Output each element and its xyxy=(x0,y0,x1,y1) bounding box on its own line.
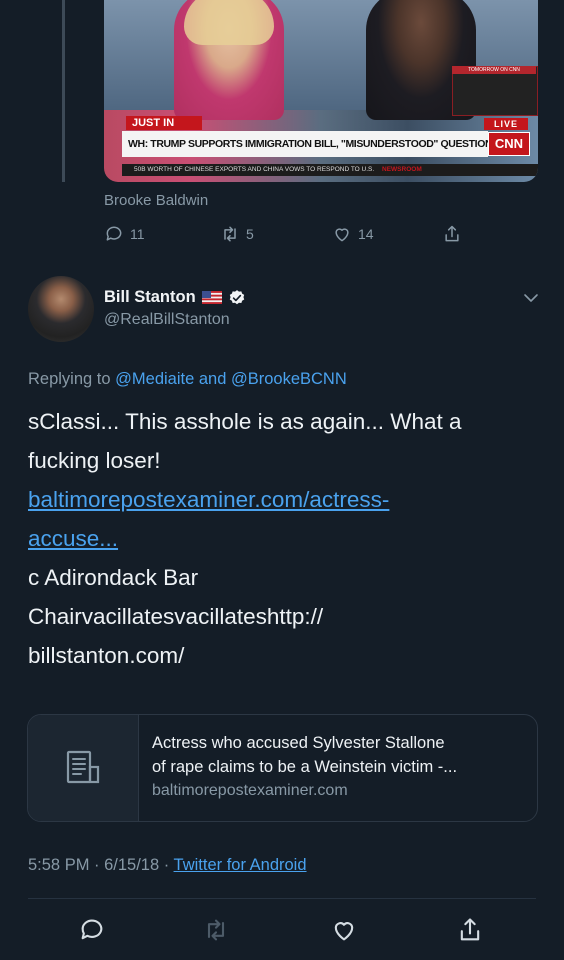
anchor-hair xyxy=(184,0,274,45)
tweet-text-line: billstanton.com/ xyxy=(28,643,185,668)
card-url: baltimorepostexaminer.com xyxy=(152,782,348,799)
us-flag-icon xyxy=(201,291,222,304)
tweet-text-line: fucking loser! xyxy=(28,448,161,473)
quoted-caption: Brooke Baldwin xyxy=(104,192,209,209)
quoted-tweet-stats: 11 5 14 xyxy=(104,224,544,248)
promo-label: TOMORROW ON CNN xyxy=(452,66,536,74)
card-icon-area xyxy=(28,715,139,821)
just-in-badge: JUST IN xyxy=(126,116,202,130)
tweet-action-bar xyxy=(0,910,564,950)
speech-bubble-icon xyxy=(106,226,122,241)
link-preview-card[interactable]: Actress who accused Sylvester Stallone o… xyxy=(27,714,538,822)
reply-count-button[interactable]: 11 xyxy=(104,224,145,244)
tweet-timestamp[interactable]: 5:58 PM · 6/15/18 · xyxy=(28,856,169,874)
cnn-logo: CNN xyxy=(488,132,530,156)
like-count: 14 xyxy=(358,226,374,242)
share-icon xyxy=(445,225,459,242)
retweet-count: 5 xyxy=(246,226,254,242)
author-handle[interactable]: @RealBillStanton xyxy=(104,311,230,329)
card-title-line: of rape claims to be a Weinstein victim … xyxy=(152,758,458,776)
article-icon xyxy=(66,750,100,784)
live-badge: LIVE xyxy=(484,118,528,130)
tweet-text-line: sClassi... This asshole is as again... W… xyxy=(28,409,462,434)
author-name-row: Bill Stanton xyxy=(104,288,246,307)
retweet-icon xyxy=(224,226,236,242)
tweet-source[interactable]: Twitter for Android xyxy=(174,856,307,874)
tweet-text-line: c Adirondack Bar xyxy=(28,565,199,590)
thread-connector-line xyxy=(62,0,65,182)
embedded-video-thumbnail[interactable]: TOMORROW ON CNN JUST IN LIVE WH: TRUMP S… xyxy=(104,0,538,182)
speech-bubble-icon[interactable] xyxy=(78,916,106,944)
author-name[interactable]: Bill Stanton xyxy=(104,288,196,307)
retweet-count-button[interactable]: 5 xyxy=(220,224,254,244)
retweet-icon[interactable] xyxy=(202,916,230,944)
reply-to-mentions[interactable]: @Mediaite and @BrookeBCNN xyxy=(115,370,347,388)
verified-badge-icon xyxy=(229,289,244,304)
tweet-text-line: Chairvacillatesvacillateshttp:// xyxy=(28,604,324,629)
avatar[interactable] xyxy=(28,276,94,342)
card-title: Actress who accused Sylvester Stallone o… xyxy=(152,731,524,779)
ticker-text: 50B WORTH OF CHINESE EXPORTS AND CHINA V… xyxy=(134,166,375,173)
chyron-headline: WH: TRUMP SUPPORTS IMMIGRATION BILL, "MI… xyxy=(122,131,488,157)
heart-icon xyxy=(335,228,349,242)
divider xyxy=(28,898,536,899)
reply-prefix: Replying to xyxy=(28,370,111,388)
news-ticker: 50B WORTH OF CHINESE EXPORTS AND CHINA V… xyxy=(122,164,538,176)
reply-count: 11 xyxy=(130,226,145,242)
tweet-link[interactable]: accuse... xyxy=(28,519,538,558)
chevron-down-icon[interactable] xyxy=(523,290,539,306)
ticker-label: NEWSROOM xyxy=(382,166,422,173)
share-button[interactable] xyxy=(442,224,462,244)
tweet-link[interactable]: baltimorepostexaminer.com/actress- xyxy=(28,480,538,519)
tweet-meta: 5:58 PM · 6/15/18 · Twitter for Android xyxy=(28,856,307,875)
heart-icon[interactable] xyxy=(330,916,358,944)
tweet-text: sClassi... This asshole is as again... W… xyxy=(28,402,538,675)
card-title-line: Actress who accused Sylvester Stallone xyxy=(152,734,445,752)
like-count-button[interactable]: 14 xyxy=(332,224,374,244)
replying-to: Replying to @Mediaite and @BrookeBCNN xyxy=(28,370,347,389)
share-icon[interactable] xyxy=(456,916,484,944)
